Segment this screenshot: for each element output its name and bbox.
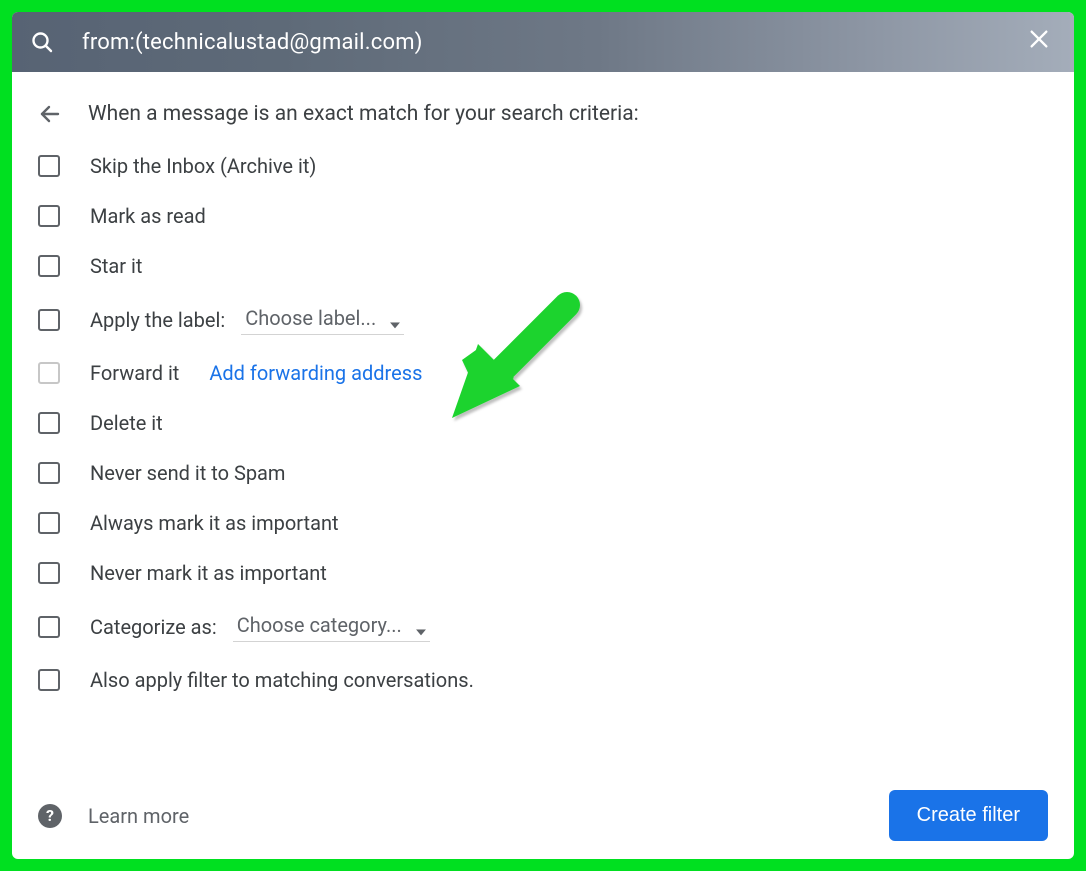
help-icon: ? [38, 804, 62, 828]
label-categorize: Categorize as: Choose category... [90, 611, 430, 642]
option-never-important: Never mark it as important [38, 561, 1048, 585]
option-mark-read: Mark as read [38, 204, 1048, 228]
text-forward-it: Forward it [90, 361, 179, 385]
option-always-important: Always mark it as important [38, 511, 1048, 535]
text-apply-label: Apply the label: [90, 308, 225, 332]
label-mark-read: Mark as read [90, 204, 206, 228]
checkbox-categorize[interactable] [38, 616, 60, 638]
dropdown-choose-category-text: Choose category... [237, 613, 402, 637]
dropdown-choose-category[interactable]: Choose category... [233, 611, 430, 642]
option-delete-it: Delete it [38, 411, 1048, 435]
options-list: Skip the Inbox (Archive it) Mark as read… [38, 154, 1048, 692]
search-bar: from:(technicalustad@gmail.com) [12, 12, 1074, 72]
checkbox-delete-it[interactable] [38, 412, 60, 434]
learn-more-link[interactable]: ? Learn more [38, 804, 189, 828]
label-never-important: Never mark it as important [90, 561, 327, 585]
checkbox-always-important[interactable] [38, 512, 60, 534]
caret-down-icon [390, 309, 400, 333]
option-apply-label: Apply the label: Choose label... [38, 304, 1048, 335]
checkbox-skip-inbox[interactable] [38, 155, 60, 177]
learn-more-text: Learn more [88, 804, 189, 828]
checkbox-star-it[interactable] [38, 255, 60, 277]
dialog-body: When a message is an exact match for you… [12, 72, 1074, 718]
checkbox-apply-label[interactable] [38, 309, 60, 331]
header-row: When a message is an exact match for you… [38, 102, 1048, 126]
label-apply-label: Apply the label: Choose label... [90, 304, 404, 335]
filter-dialog: from:(technicalustad@gmail.com) When a m… [12, 12, 1074, 859]
label-skip-inbox: Skip the Inbox (Archive it) [90, 154, 316, 178]
option-never-spam: Never send it to Spam [38, 461, 1048, 485]
dropdown-choose-label-text: Choose label... [245, 306, 376, 330]
caret-down-icon [416, 616, 426, 640]
checkbox-mark-read[interactable] [38, 205, 60, 227]
search-icon[interactable] [30, 30, 54, 54]
text-categorize: Categorize as: [90, 615, 217, 639]
label-delete-it: Delete it [90, 411, 163, 435]
footer: ? Learn more Create filter [38, 790, 1048, 841]
option-forward-it: Forward it Add forwarding address [38, 361, 1048, 385]
label-forward-it: Forward it Add forwarding address [90, 361, 422, 385]
option-apply-matching: Also apply filter to matching conversati… [38, 668, 1048, 692]
checkbox-apply-matching[interactable] [38, 669, 60, 691]
back-arrow-icon[interactable] [38, 102, 62, 126]
label-always-important: Always mark it as important [90, 511, 339, 535]
checkbox-forward-it[interactable] [38, 362, 60, 384]
checkbox-never-important[interactable] [38, 562, 60, 584]
label-star-it: Star it [90, 254, 142, 278]
option-star-it: Star it [38, 254, 1048, 278]
header-title: When a message is an exact match for you… [88, 102, 639, 126]
create-filter-button[interactable]: Create filter [889, 790, 1048, 841]
checkbox-never-spam[interactable] [38, 462, 60, 484]
search-query[interactable]: from:(technicalustad@gmail.com) [82, 30, 423, 55]
close-icon[interactable] [1028, 27, 1050, 57]
label-never-spam: Never send it to Spam [90, 461, 285, 485]
option-categorize: Categorize as: Choose category... [38, 611, 1048, 642]
dropdown-choose-label[interactable]: Choose label... [241, 304, 404, 335]
link-add-forwarding-address[interactable]: Add forwarding address [209, 361, 422, 385]
option-skip-inbox: Skip the Inbox (Archive it) [38, 154, 1048, 178]
label-apply-matching: Also apply filter to matching conversati… [90, 668, 474, 692]
